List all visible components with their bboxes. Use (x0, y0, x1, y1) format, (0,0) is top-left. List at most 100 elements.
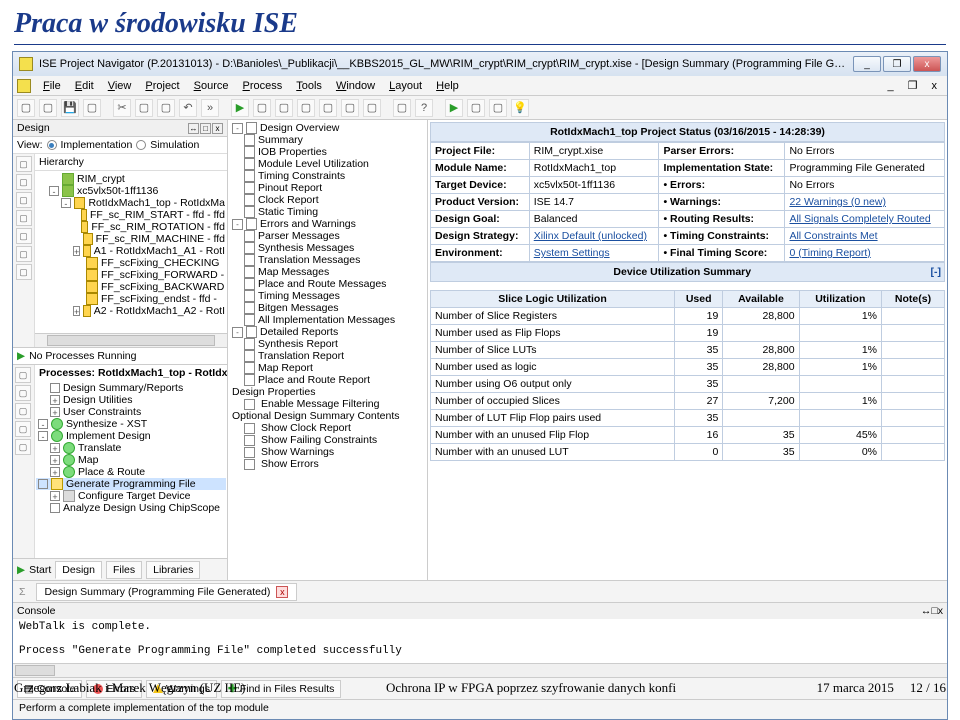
doc-tab-close-icon[interactable]: x (276, 586, 288, 598)
doc-tab-summary[interactable]: Design Summary (Programming File Generat… (36, 583, 298, 601)
lt5-icon[interactable]: ▢ (16, 228, 32, 244)
hier-item[interactable]: FF_scFixing_CHECKING (37, 257, 227, 269)
tb7-icon[interactable]: ▢ (393, 99, 411, 117)
console-close-icon[interactable]: x (938, 605, 943, 617)
process-item[interactable]: +Place & Route (36, 466, 226, 478)
lt4-icon[interactable]: ▢ (16, 210, 32, 226)
radio-implementation[interactable] (47, 140, 57, 150)
redo-icon[interactable]: » (201, 99, 219, 117)
tree-item[interactable]: Static Timing (230, 206, 425, 218)
tree-item[interactable]: Map Messages (230, 266, 425, 278)
tb5-icon[interactable]: ▢ (341, 99, 359, 117)
pt2-icon[interactable]: ▢ (15, 385, 31, 401)
process-item[interactable]: +Design Utilities (36, 394, 226, 406)
inner-restore[interactable]: ❐ (902, 77, 924, 94)
tree-item[interactable]: Show Failing Constraints (230, 434, 425, 446)
tree-item[interactable]: Show Warnings (230, 446, 425, 458)
hscroll[interactable] (35, 333, 227, 347)
lt6-icon[interactable]: ▢ (16, 246, 32, 262)
help-icon[interactable]: ? (415, 99, 433, 117)
tree-item[interactable]: Synthesis Report (230, 338, 425, 350)
tree-item[interactable]: Synthesis Messages (230, 242, 425, 254)
tree-item[interactable]: Timing Constraints (230, 170, 425, 182)
tb2-icon[interactable]: ▢ (275, 99, 293, 117)
console-pin-icon[interactable]: ↔ (921, 605, 932, 617)
process-item[interactable]: +Map (36, 454, 226, 466)
menu-help[interactable]: Help (430, 78, 465, 94)
saveall-icon[interactable]: ▢ (83, 99, 101, 117)
menu-tools[interactable]: Tools (290, 78, 328, 94)
tab-design[interactable]: Design (55, 561, 102, 579)
tree-item[interactable]: Clock Report (230, 194, 425, 206)
tree-item[interactable]: Show Clock Report (230, 422, 425, 434)
undo-icon[interactable]: ↶ (179, 99, 197, 117)
hier-item[interactable]: RIM_crypt (37, 173, 227, 185)
process-item[interactable]: Design Summary/Reports (36, 382, 226, 394)
save-icon[interactable]: 💾 (61, 99, 79, 117)
hier-item[interactable]: FF_sc_RIM_ROTATION - ffd (37, 221, 227, 233)
tree-item[interactable]: -Detailed Reports (230, 326, 425, 338)
tree-item[interactable]: Translation Report (230, 350, 425, 362)
console-scroll[interactable] (13, 663, 947, 677)
hier-item[interactable]: -xc5vlx50t-1ff1136 (37, 185, 227, 197)
tb9-icon[interactable]: ▢ (489, 99, 507, 117)
console-body[interactable]: WebTalk is complete. Process "Generate P… (13, 619, 947, 663)
tb3-icon[interactable]: ▢ (297, 99, 315, 117)
tree-item[interactable]: All Implementation Messages (230, 314, 425, 326)
tab-start[interactable]: Start (29, 564, 51, 576)
lt1-icon[interactable]: ▢ (16, 156, 32, 172)
tab-libraries[interactable]: Libraries (146, 561, 200, 579)
hier-item[interactable]: +A2 - RotIdxMach1_A2 - RotI (37, 305, 227, 317)
tree-item[interactable]: Map Report (230, 362, 425, 374)
tree-item[interactable]: Bitgen Messages (230, 302, 425, 314)
tree-item[interactable]: Summary (230, 134, 425, 146)
copy-icon[interactable]: ▢ (135, 99, 153, 117)
menu-window[interactable]: Window (330, 78, 381, 94)
radio-simulation[interactable] (136, 140, 146, 150)
tree-item[interactable]: Enable Message Filtering (230, 398, 425, 410)
pt1-icon[interactable]: ▢ (15, 367, 31, 383)
tb6-icon[interactable]: ▢ (363, 99, 381, 117)
play-icon[interactable]: ▶ (445, 99, 463, 117)
util-collapse[interactable]: [-] (931, 266, 942, 278)
maximize-button[interactable]: ❐ (883, 56, 911, 72)
bulb-icon[interactable]: 💡 (511, 99, 529, 117)
lt7-icon[interactable]: ▢ (16, 264, 32, 280)
cut-icon[interactable]: ✂ (113, 99, 131, 117)
close-button[interactable]: x (913, 56, 941, 72)
reports-tree-panel[interactable]: -Design OverviewSummaryIOB PropertiesMod… (228, 120, 428, 580)
lt2-icon[interactable]: ▢ (16, 174, 32, 190)
menu-file[interactable]: File (37, 78, 67, 94)
process-item[interactable]: +User Constraints (36, 406, 226, 418)
tree-item[interactable]: Timing Messages (230, 290, 425, 302)
process-item[interactable]: Analyze Design Using ChipScope (36, 502, 226, 514)
hier-item[interactable]: FF_scFixing_BACKWARD (37, 281, 227, 293)
tab-files[interactable]: Files (106, 561, 142, 579)
processes-tree[interactable]: Design Summary/Reports+Design Utilities+… (35, 381, 227, 558)
hier-item[interactable]: FF_scFixing_endst - ffd - (37, 293, 227, 305)
tree-item[interactable]: IOB Properties (230, 146, 425, 158)
process-item[interactable]: +Translate (36, 442, 226, 454)
inner-close[interactable]: x (926, 78, 944, 94)
tree-item[interactable]: -Design Overview (230, 122, 425, 134)
hier-item[interactable]: -RotIdxMach1_top - RotIdxMa (37, 197, 227, 209)
run-icon[interactable]: ▶ (231, 99, 249, 117)
open-icon[interactable]: ▢ (39, 99, 57, 117)
tb4-icon[interactable]: ▢ (319, 99, 337, 117)
tree-item[interactable]: Show Errors (230, 458, 425, 470)
minimize-button[interactable]: _ (853, 56, 881, 72)
tb-icon[interactable]: ▢ (253, 99, 271, 117)
tree-item[interactable]: -Errors and Warnings (230, 218, 425, 230)
tree-item[interactable]: Translation Messages (230, 254, 425, 266)
tree-item[interactable]: Place and Route Report (230, 374, 425, 386)
hier-item[interactable]: FF_sc_RIM_START - ffd - ffd (37, 209, 227, 221)
inner-min[interactable]: _ (882, 78, 900, 94)
hier-item[interactable]: FF_scFixing_FORWARD - (37, 269, 227, 281)
hierarchy-tree[interactable]: RIM_crypt-xc5vlx50t-1ff1136-RotIdxMach1_… (35, 171, 227, 333)
process-item[interactable]: Generate Programming File (36, 478, 226, 490)
paste-icon[interactable]: ▢ (157, 99, 175, 117)
panel-pin-icon[interactable]: ↔ (188, 123, 199, 134)
tree-item[interactable]: Pinout Report (230, 182, 425, 194)
pt5-icon[interactable]: ▢ (15, 439, 31, 455)
menu-edit[interactable]: Edit (69, 78, 100, 94)
